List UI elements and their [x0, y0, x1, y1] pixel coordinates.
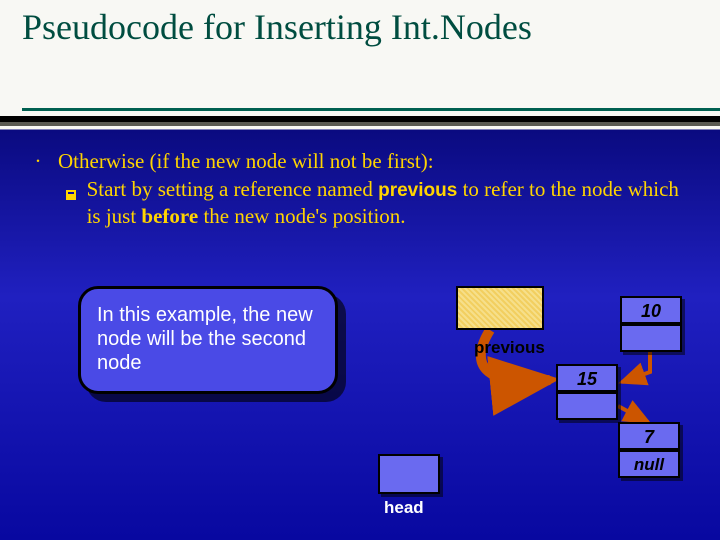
head-pointer-box: [378, 454, 440, 494]
bullet-sub-text: Start by setting a reference named previ…: [87, 176, 692, 229]
example-text: In this example, the new node will be th…: [97, 304, 313, 374]
bullet-main-text: Otherwise (if the new node will not be f…: [58, 148, 434, 174]
title-underline: [0, 108, 720, 130]
node-7-data: 7: [618, 422, 680, 450]
bullet-sub: Start by setting a reference named previ…: [66, 176, 692, 229]
example-callout: In this example, the new node will be th…: [78, 286, 338, 394]
node-10-link: [620, 324, 682, 352]
node-15-data: 15: [556, 364, 618, 392]
previous-label: previous: [474, 338, 545, 358]
title-area: Pseudocode for Inserting Int.Nodes: [0, 0, 720, 110]
bullet-main: · Otherwise (if the new node will not be…: [28, 148, 692, 174]
clock-icon: ·: [28, 148, 48, 174]
node-10-data: 10: [620, 296, 682, 324]
node-15-link: [556, 392, 618, 420]
previous-pointer-box: [456, 286, 544, 330]
head-label: head: [384, 498, 424, 518]
diagram: previous 10 15 7 null head: [360, 272, 700, 502]
keyword-previous: previous: [378, 180, 457, 201]
keyword-before: before: [141, 204, 198, 228]
square-bullet-icon: [66, 176, 77, 229]
node-7-null: null: [618, 450, 680, 478]
page-title: Pseudocode for Inserting Int.Nodes: [22, 8, 698, 48]
